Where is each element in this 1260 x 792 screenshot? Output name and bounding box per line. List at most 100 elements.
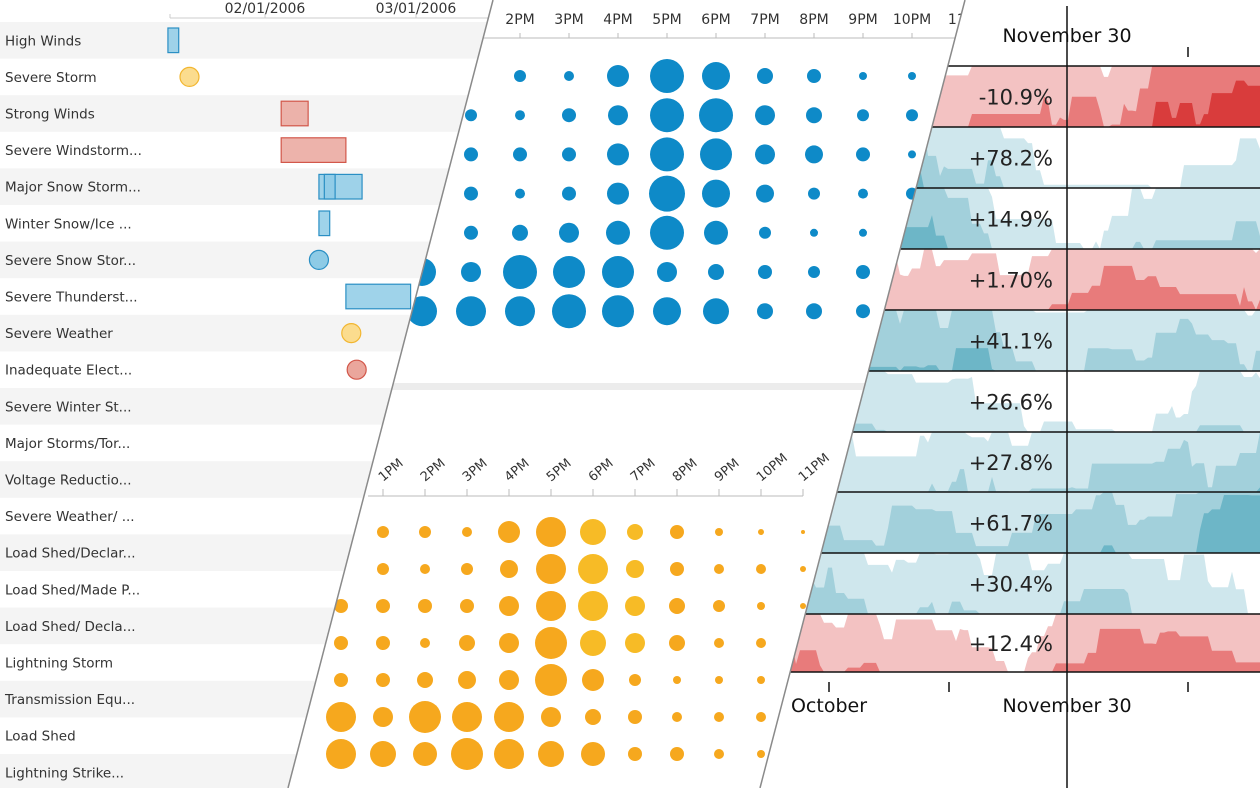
data-dot <box>608 105 628 126</box>
data-dot <box>419 526 431 538</box>
event-bar <box>280 100 309 127</box>
data-dot <box>757 303 773 320</box>
data-dot <box>757 750 765 758</box>
x-tick-label: 3PM <box>554 12 583 28</box>
data-dot <box>628 747 642 761</box>
data-dot <box>409 701 441 733</box>
data-dot <box>670 525 684 539</box>
data-dot <box>494 702 524 732</box>
data-dot <box>805 145 823 164</box>
row-change-label: +12.4% <box>969 632 1053 656</box>
data-dot <box>580 630 606 656</box>
x-tick-label: 4PM <box>603 12 632 28</box>
row-change-label: +26.6% <box>969 391 1053 415</box>
event-point <box>179 66 200 88</box>
row-label: Load Shed/ Decla... <box>5 619 136 635</box>
data-dot <box>756 638 766 648</box>
data-dot <box>625 633 645 653</box>
x-tick-label: 7PM <box>750 12 779 28</box>
top-axis-label: November 30 <box>1002 25 1131 47</box>
data-dot <box>759 226 771 239</box>
data-dot <box>464 147 478 162</box>
data-dot <box>505 296 535 327</box>
bottom-axis-label: October <box>791 695 867 717</box>
event-bar <box>323 173 336 200</box>
data-dot <box>513 147 527 162</box>
data-dot <box>607 182 629 205</box>
x-tick-label: 8PM <box>799 12 828 28</box>
data-dot <box>503 255 537 289</box>
data-dot <box>714 638 724 648</box>
data-dot <box>670 747 684 761</box>
row-label: Inadequate Elect... <box>5 363 132 379</box>
data-dot <box>334 673 348 687</box>
data-dot <box>715 676 723 684</box>
data-dot <box>578 554 608 584</box>
row-label: Voltage Reductio... <box>5 473 132 489</box>
data-dot <box>377 563 389 575</box>
x-tick-label: 9PM <box>848 12 877 28</box>
data-dot <box>462 527 472 537</box>
data-dot <box>715 528 723 536</box>
data-dot <box>552 294 586 329</box>
data-dot <box>806 107 822 124</box>
data-dot <box>807 69 821 83</box>
data-dot <box>625 596 645 616</box>
data-dot <box>670 562 684 576</box>
data-dot <box>859 72 867 80</box>
event-timeline-panel: 02/01/2006 03/01/2006 High Winds Severe Sto… <box>0 1 493 788</box>
row-label: Lightning Strike... <box>5 765 124 781</box>
data-dot <box>536 554 566 584</box>
data-dot <box>500 560 518 578</box>
x-tick-label: 02/01/2006 <box>225 1 306 17</box>
event-bar <box>345 283 412 310</box>
data-dot <box>326 702 356 732</box>
row-label: Major Storms/Tor... <box>5 436 130 452</box>
row-label: Severe Weather <box>5 326 113 342</box>
data-dot <box>657 262 677 282</box>
data-dot <box>714 749 724 759</box>
row-change-label: +1.70% <box>969 269 1053 293</box>
data-dot <box>800 603 806 609</box>
data-dot <box>650 137 684 172</box>
event-point <box>341 323 362 344</box>
row-label: Severe Winter St... <box>5 399 132 415</box>
data-dot <box>756 184 774 203</box>
row-change-label: +14.9% <box>969 208 1053 232</box>
data-dot <box>755 105 775 126</box>
row-label: Load Shed/Declar... <box>5 546 136 562</box>
data-dot <box>585 709 601 725</box>
data-dot <box>536 591 566 621</box>
data-dot <box>672 712 682 722</box>
x-tick-label: 3PM <box>460 456 491 485</box>
data-dot <box>810 228 818 237</box>
data-dot <box>808 266 820 278</box>
row-label: Transmission Equ... <box>4 692 135 708</box>
data-dot <box>800 566 806 572</box>
x-tick-label: 6PM <box>701 12 730 28</box>
event-bar <box>167 27 180 54</box>
data-dot <box>714 564 724 574</box>
data-dot <box>908 72 916 80</box>
data-dot <box>801 530 805 534</box>
chart-collage: 02/01/2006 03/01/2006 High Winds Severe Sto… <box>0 0 1260 789</box>
row-label: Severe Windstorm... <box>5 143 142 159</box>
x-tick-label: 03/01/2006 <box>376 1 457 17</box>
data-dot <box>607 65 629 87</box>
data-dot <box>673 676 681 684</box>
data-dot <box>376 599 390 613</box>
data-dot <box>498 521 520 543</box>
data-dot <box>649 175 685 212</box>
data-dot <box>669 635 685 651</box>
data-dot <box>582 669 604 691</box>
data-dot <box>755 144 775 165</box>
data-dot <box>512 224 528 241</box>
data-dot <box>704 220 728 245</box>
data-dot <box>562 186 576 201</box>
data-dot <box>758 265 772 279</box>
row-change-label: -10.9% <box>979 86 1053 110</box>
x-tick-label: 4PM <box>502 456 533 485</box>
data-dot <box>514 70 526 82</box>
data-dot <box>806 303 822 320</box>
event-bar <box>318 210 331 237</box>
